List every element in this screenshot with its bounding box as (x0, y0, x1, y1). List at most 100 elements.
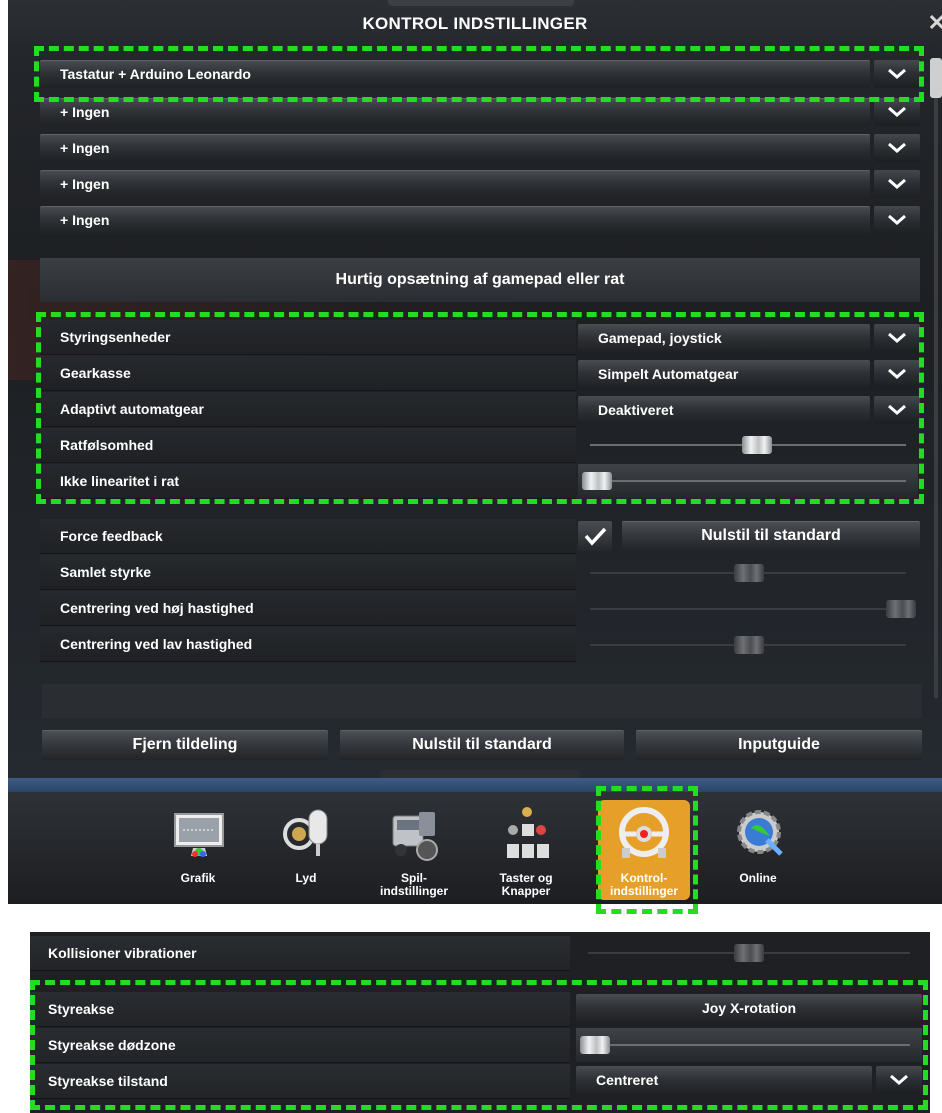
slider-knob[interactable] (734, 564, 764, 582)
chevron-down-icon[interactable] (876, 1066, 922, 1094)
setting-label: Kollisioner vibrationer (48, 945, 197, 961)
bottom-notch (380, 770, 580, 778)
steering-devices-dropdown[interactable]: Gamepad, joystick (578, 324, 870, 352)
dropdown-value: Deaktiveret (598, 402, 674, 418)
keys-icon (501, 806, 553, 862)
chevron-down-icon[interactable] (874, 396, 920, 424)
button-label: Joy X-rotation (701, 1000, 797, 1016)
setting-label: Adaptivt automatgear (60, 401, 204, 417)
monitor-icon (173, 806, 225, 862)
device-label: Tastatur + Arduino Leonardo (60, 66, 251, 82)
remove-binding-button[interactable]: Fjern tildeling (42, 730, 328, 760)
button-label: Nulstil til standard (701, 527, 841, 544)
centering-low-slider[interactable] (578, 628, 918, 662)
dropdown-value: Simpelt Automatgear (598, 366, 739, 382)
setting-row-collision-vibrations: Kollisioner vibrationer (30, 936, 570, 971)
nav-item-sound[interactable]: Lyd (256, 792, 356, 904)
button-label: Fjern tildeling (132, 736, 238, 753)
reset-defaults-button[interactable]: Nulstil til standard (340, 730, 624, 760)
microphone-icon (281, 806, 333, 862)
steering-axis-mode-dropdown[interactable]: Centreret (576, 1066, 872, 1094)
chevron-down-icon[interactable] (874, 170, 920, 198)
setting-row-centering-low: Centrering ved lav hastighed (40, 627, 576, 662)
steering-axis-button[interactable]: Joy X-rotation (576, 994, 922, 1022)
nav-item-online[interactable]: Online (708, 792, 808, 904)
lower-settings-panel: Kollisioner vibrationer Styreakse Joy X-… (30, 932, 930, 1113)
slider-knob[interactable] (734, 944, 764, 962)
dropdown-value: Gamepad, joystick (598, 330, 722, 346)
setting-label: Styreakse (48, 1001, 115, 1017)
slider-knob[interactable] (580, 1036, 610, 1054)
wheel-sensitivity-slider[interactable] (578, 428, 918, 462)
collision-vibrations-slider[interactable] (576, 936, 922, 970)
nav-divider (8, 778, 942, 792)
nav-label: Lyd (295, 871, 317, 885)
checkmark-icon (584, 527, 607, 546)
adaptive-auto-dropdown[interactable]: Deaktiveret (578, 396, 870, 424)
nav-label: Taster og Knapper (499, 871, 553, 898)
nav-label: Kontrol- indstillinger (609, 871, 678, 898)
setting-row-centering-high: Centrering ved høj hastighed (40, 591, 576, 626)
setting-row-force-feedback: Force feedback (40, 519, 576, 554)
steering-deadzone-slider[interactable] (576, 1028, 922, 1062)
device-label: + Ingen (60, 140, 110, 156)
setting-label: Styreakse dødzone (48, 1037, 176, 1053)
setting-row-wheel-sensitivity: Ratfølsomhed (40, 428, 576, 463)
chevron-down-icon[interactable] (874, 98, 920, 126)
slider-knob[interactable] (886, 600, 916, 618)
nav-label: Grafik (180, 871, 216, 885)
slider-knob[interactable] (734, 636, 764, 654)
wheel-nonlinearity-slider[interactable] (578, 464, 918, 498)
top-notch (388, 0, 574, 6)
scrollbar-thumb[interactable] (930, 58, 942, 98)
slider-knob[interactable] (742, 436, 772, 454)
setting-row-wheel-nonlinearity: Ikke linearitet i rat (40, 464, 576, 499)
input-guide-button[interactable]: Inputguide (636, 730, 922, 760)
nav-item-controls[interactable]: Kontrol- indstillinger (598, 792, 698, 904)
setting-row-overall-strength: Samlet styrke (40, 555, 576, 590)
setting-label: Ratfølsomhed (60, 437, 154, 453)
nav-label: Spil- indstillinger (379, 871, 448, 898)
chevron-down-icon[interactable] (874, 60, 920, 88)
setting-label: Ikke linearitet i rat (60, 473, 180, 489)
centering-high-slider[interactable] (578, 592, 918, 626)
setting-label: Gearkasse (60, 365, 131, 381)
setting-label: Styringsenheder (60, 329, 171, 345)
force-feedback-checkbox[interactable] (578, 521, 612, 551)
empty-description-bar (42, 684, 922, 718)
slider-knob[interactable] (582, 472, 612, 490)
setting-row-steering-axis: Styreakse (30, 992, 570, 1027)
scrollbar-track[interactable] (934, 58, 938, 698)
setting-label: Centrering ved høj hastighed (60, 600, 254, 616)
setting-label: Centrering ved lav hastighed (60, 636, 253, 652)
device-label: + Ingen (60, 212, 110, 228)
chevron-down-icon[interactable] (874, 134, 920, 162)
steering-wheel-icon (618, 806, 670, 862)
chevron-down-icon[interactable] (874, 324, 920, 352)
button-label: Nulstil til standard (412, 736, 552, 753)
chevron-down-icon[interactable] (874, 360, 920, 388)
close-icon[interactable]: ✕ (928, 10, 942, 36)
setting-row-steering-deadzone: Styreakse dødzone (30, 1028, 570, 1063)
setting-row-adaptive-auto: Adaptivt automatgear (40, 392, 576, 427)
setting-row-steering-devices: Styringsenheder (40, 320, 576, 355)
setting-row-steering-axis-mode: Styreakse tilstand (30, 1064, 570, 1099)
quick-setup-button[interactable]: Hurtig opsætning af gamepad eller rat (40, 258, 920, 302)
chevron-down-icon[interactable] (874, 206, 920, 234)
nav-item-keys-buttons[interactable]: Taster og Knapper (476, 792, 576, 904)
gearbox-dropdown[interactable]: Simpelt Automatgear (578, 360, 870, 388)
quick-setup-label: Hurtig opsætning af gamepad eller rat (335, 271, 625, 288)
setting-row-gearbox: Gearkasse (40, 356, 576, 391)
force-feedback-reset-button[interactable]: Nulstil til standard (622, 521, 920, 551)
setting-label: Force feedback (60, 528, 163, 544)
nav-item-graphics[interactable]: Grafik (148, 792, 248, 904)
truck-icon (389, 806, 441, 862)
device-label: + Ingen (60, 176, 110, 192)
globe-gear-icon (733, 806, 785, 862)
nav-item-game-settings[interactable]: Spil- indstillinger (364, 792, 464, 904)
setting-label: Styreakse tilstand (48, 1073, 168, 1089)
nav-label: Online (739, 871, 777, 885)
overall-strength-slider[interactable] (578, 556, 918, 590)
dropdown-value: Centreret (596, 1072, 659, 1088)
window-title: KONTROL INDSTILLINGER (362, 14, 588, 33)
